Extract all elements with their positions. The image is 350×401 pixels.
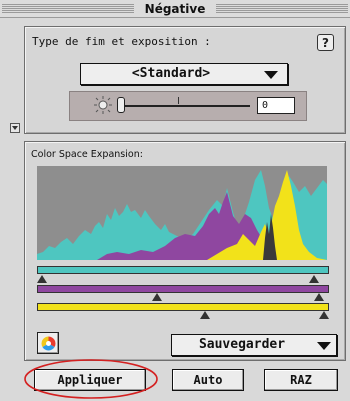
magenta-track[interactable] — [37, 285, 329, 293]
exposure-slider-track[interactable] — [120, 105, 250, 107]
film-exposure-panel: Type de fim et exposition : ? <Standard>… — [24, 26, 346, 134]
save-menu-dropdown[interactable]: Sauvegarder — [171, 334, 337, 356]
magenta-left-handle[interactable] — [152, 293, 162, 301]
magenta-right-handle[interactable] — [314, 293, 324, 301]
yellow-right-handle[interactable] — [319, 311, 329, 319]
save-menu-label: Sauvegarder — [198, 337, 286, 352]
color-expansion-label: Color Space Expansion: — [31, 149, 143, 160]
auto-button[interactable]: Auto — [172, 369, 244, 391]
histogram — [37, 166, 327, 260]
film-type-dropdown[interactable]: <Standard> — [80, 63, 288, 85]
exposure-slider-thumb[interactable] — [117, 97, 125, 113]
color-wheel-icon — [41, 336, 56, 351]
chevron-down-icon — [264, 71, 278, 79]
question-mark-icon[interactable]: ? — [317, 34, 334, 51]
film-type-value: <Standard> — [131, 66, 211, 81]
color-expansion-panel: Color Space Expansion: Sauvegarder — [24, 141, 346, 361]
annotation-ellipse — [24, 359, 158, 399]
exposure-slider-center-tick — [178, 97, 179, 104]
exposure-value-field[interactable]: 0 — [257, 97, 295, 114]
cyan-track[interactable] — [37, 266, 329, 274]
color-wheel-button[interactable] — [37, 332, 59, 354]
chevron-down-icon — [317, 342, 331, 350]
cyan-left-handle[interactable] — [37, 275, 47, 283]
triangle-down-glyph — [12, 126, 18, 130]
reset-button[interactable]: RAZ — [264, 369, 338, 391]
triangle-down-icon[interactable] — [10, 123, 20, 133]
film-type-label: Type de fim et exposition : — [32, 35, 211, 48]
sun-icon — [94, 96, 112, 114]
title-bar-stripes-left — [2, 4, 134, 14]
window-title: Négative — [135, 1, 215, 17]
yellow-left-handle[interactable] — [200, 311, 210, 319]
cyan-right-handle[interactable] — [309, 275, 319, 283]
yellow-track[interactable] — [37, 303, 329, 311]
title-bar-stripes-right — [216, 4, 348, 14]
